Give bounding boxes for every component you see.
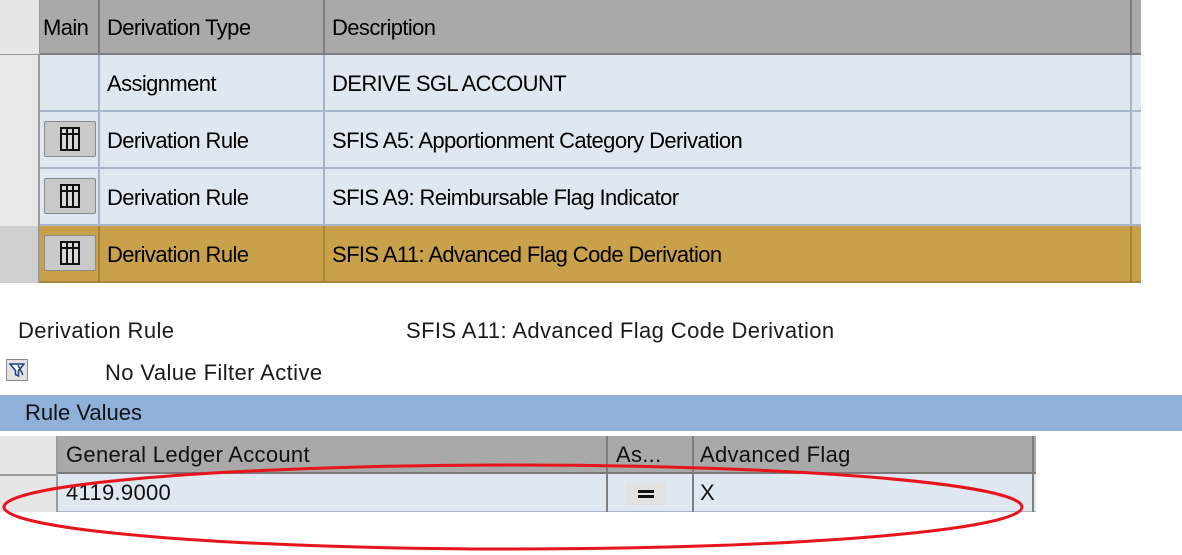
column-divider[interactable] xyxy=(1032,436,1034,512)
assign-operator-button[interactable] xyxy=(626,483,666,505)
column-divider xyxy=(323,169,325,226)
description-cell: SFIS A9: Reimbursable Flag Indicator xyxy=(332,184,679,210)
row-selector-column[interactable] xyxy=(0,436,58,512)
table-row[interactable]: Assignment DERIVE SGL ACCOUNT xyxy=(0,55,1141,112)
column-divider xyxy=(323,55,325,112)
row-selector[interactable] xyxy=(0,112,40,169)
table-row[interactable]: 4119.9000 X xyxy=(0,474,1036,512)
column-divider[interactable] xyxy=(692,436,694,512)
table-icon xyxy=(60,127,80,151)
col-header-derivation-type[interactable]: Derivation Type xyxy=(107,0,317,55)
rule-values-table: General Ledger Account As... Advanced Fl… xyxy=(0,436,1036,512)
derivation-type-cell: Derivation Rule xyxy=(107,127,249,153)
column-divider[interactable] xyxy=(606,436,608,512)
filter-icon xyxy=(9,363,25,378)
step-description-label: SFIS A11: Advanced Flag Code Derivation xyxy=(406,318,835,343)
column-divider[interactable] xyxy=(1130,0,1132,55)
col-header-assign[interactable]: As... xyxy=(616,436,686,474)
col-header-main[interactable]: Main xyxy=(43,0,98,55)
description-cell: DERIVE SGL ACCOUNT xyxy=(332,70,567,96)
rule-values-button[interactable] xyxy=(44,178,96,214)
row-selector[interactable] xyxy=(0,169,40,226)
step-type-label: Derivation Rule xyxy=(18,318,175,343)
column-divider xyxy=(1130,112,1132,169)
rule-values-section-header: Rule Values xyxy=(0,395,1182,431)
column-divider xyxy=(98,55,100,112)
rule-values-header: General Ledger Account As... Advanced Fl… xyxy=(0,436,1036,474)
equals-icon xyxy=(638,490,654,498)
table-row[interactable]: Derivation Rule SFIS A9: Reimbursable Fl… xyxy=(0,169,1141,226)
derivation-type-cell: Assignment xyxy=(107,70,217,96)
derivation-type-cell: Derivation Rule xyxy=(107,184,249,210)
rule-values-button[interactable] xyxy=(44,235,96,271)
rule-values-button[interactable] xyxy=(44,121,96,157)
column-divider xyxy=(323,112,325,169)
table-row-selected[interactable]: Derivation Rule SFIS A11: Advanced Flag … xyxy=(0,226,1141,283)
section-title: Rule Values xyxy=(25,400,142,425)
derivation-steps-table: Main Derivation Type Description Assignm… xyxy=(0,0,1141,283)
col-header-advanced-flag[interactable]: Advanced Flag xyxy=(700,436,1030,474)
column-divider xyxy=(98,226,100,283)
value-filter-button[interactable] xyxy=(6,359,28,381)
column-divider xyxy=(1130,55,1132,112)
advanced-flag-cell[interactable]: X xyxy=(700,474,1030,512)
column-divider xyxy=(1130,169,1132,226)
column-divider xyxy=(98,112,100,169)
filter-status-text: No Value Filter Active xyxy=(105,360,323,385)
table-header: Main Derivation Type Description xyxy=(0,0,1141,55)
col-header-gl-account[interactable]: General Ledger Account xyxy=(66,436,606,474)
derivation-type-cell: Derivation Rule xyxy=(107,241,249,267)
column-divider[interactable] xyxy=(98,0,100,55)
table-row[interactable]: Derivation Rule SFIS A5: Apportionment C… xyxy=(0,112,1141,169)
col-header-description[interactable]: Description xyxy=(332,0,932,55)
row-selector[interactable] xyxy=(0,226,40,283)
table-icon xyxy=(60,241,80,265)
description-cell: SFIS A5: Apportionment Category Derivati… xyxy=(332,127,743,153)
row-divider xyxy=(0,474,58,476)
column-divider xyxy=(98,169,100,226)
column-divider[interactable] xyxy=(323,0,325,55)
column-divider xyxy=(323,226,325,283)
table-icon xyxy=(60,184,80,208)
column-divider xyxy=(1130,226,1132,283)
select-all-cell[interactable] xyxy=(0,0,40,55)
description-cell: SFIS A11: Advanced Flag Code Derivation xyxy=(332,241,722,267)
row-selector[interactable] xyxy=(0,55,40,112)
gl-account-cell[interactable]: 4119.9000 xyxy=(66,474,606,512)
